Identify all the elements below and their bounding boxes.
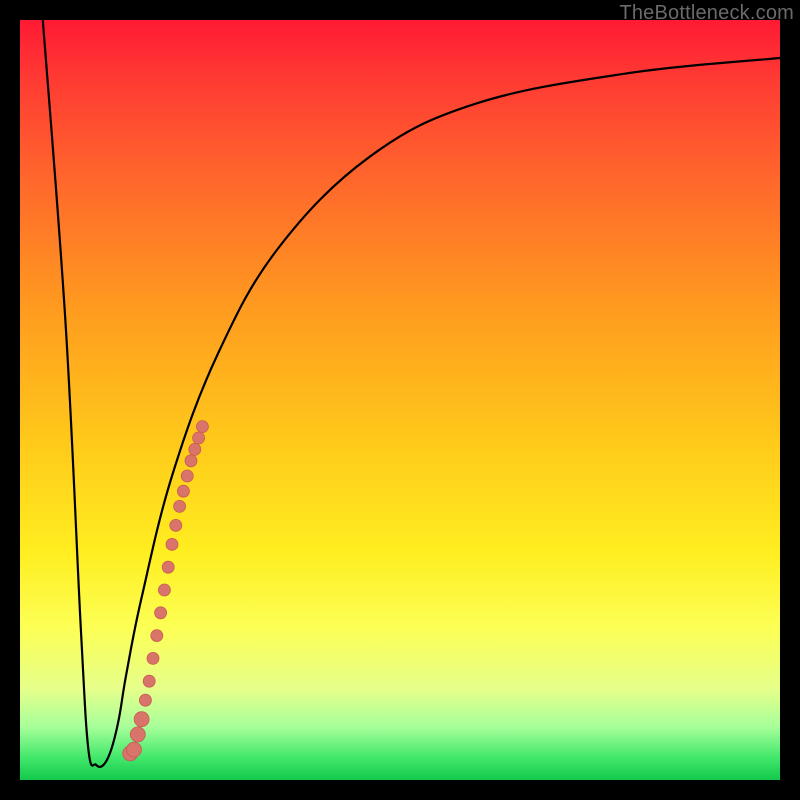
highlight-dot [170, 519, 182, 531]
chart-stage: TheBottleneck.com [0, 0, 800, 800]
highlight-dot [134, 712, 149, 727]
highlight-dot [127, 742, 142, 757]
highlight-dot [181, 470, 193, 482]
highlight-dot [158, 584, 170, 596]
highlight-dot [143, 675, 155, 687]
highlight-dot [193, 432, 205, 444]
highlight-dot [166, 538, 178, 550]
highlight-dot [177, 485, 189, 497]
highlight-dot [139, 694, 151, 706]
highlight-dot [151, 630, 163, 642]
chart-svg [20, 20, 780, 780]
highlight-dots [123, 421, 209, 761]
highlight-dot [189, 443, 201, 455]
highlight-dot [196, 421, 208, 433]
highlight-dot [155, 607, 167, 619]
highlight-dot [147, 652, 159, 664]
highlight-dot [174, 500, 186, 512]
highlight-dot [185, 455, 197, 467]
highlight-dot [162, 561, 174, 573]
highlight-dot [130, 727, 145, 742]
